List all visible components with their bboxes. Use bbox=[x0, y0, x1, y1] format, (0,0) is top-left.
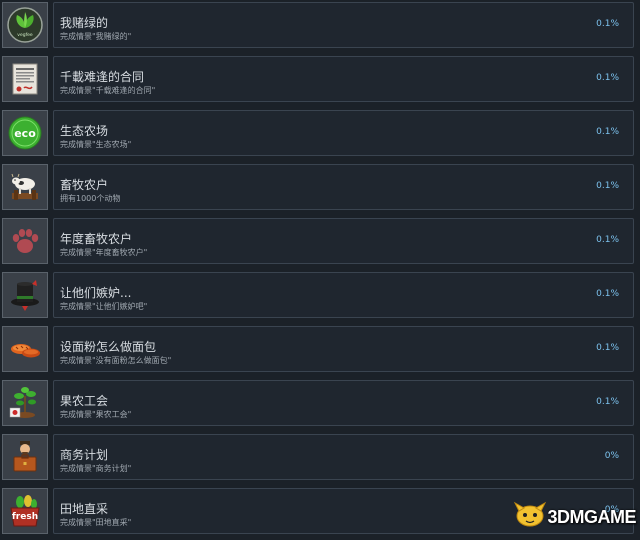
achievement-icon-frame bbox=[2, 218, 48, 264]
sapling-icon bbox=[6, 384, 44, 422]
top-hat-icon bbox=[6, 276, 44, 314]
achievement-percent: 0.1% bbox=[596, 289, 619, 299]
achievement-percent: 0.1% bbox=[596, 127, 619, 137]
achievement-row: 年度畜牧农户 完成情景"年度畜牧农户" 0.1% bbox=[0, 216, 640, 270]
achievement-icon-frame bbox=[2, 380, 48, 426]
achievement-description: 拥有1000个动物 bbox=[60, 194, 121, 203]
achievement-icon-frame bbox=[2, 272, 48, 318]
achievement-row: 设面粉怎么做面包 完成情景"没有面粉怎么做面包" 0.1% bbox=[0, 324, 640, 378]
watermark-logo: 3DMGAME bbox=[513, 501, 636, 533]
achievement-title: 商务计划 bbox=[60, 448, 109, 462]
achievement-title: 果农工会 bbox=[60, 394, 109, 408]
contract-document-icon bbox=[6, 60, 44, 98]
achievement-title: 畜牧农户 bbox=[60, 178, 109, 192]
fresh-basket-icon: fresh bbox=[6, 492, 44, 530]
achievement-info: 果农工会 完成情景"果农工会" 0.1% bbox=[53, 380, 634, 426]
achievement-info: 千載难逢的合同 完成情景"千载难逢的合同" 0.1% bbox=[53, 56, 634, 102]
achievement-title: 千載难逢的合同 bbox=[60, 70, 145, 84]
achievement-icon-frame: fresh bbox=[2, 488, 48, 534]
achievement-percent: 0.1% bbox=[596, 397, 619, 407]
achievement-description: 完成情景"年度畜牧农户" bbox=[60, 248, 148, 257]
achievement-icon-frame bbox=[2, 326, 48, 372]
cow-icon bbox=[6, 168, 44, 206]
achievement-percent: 0.1% bbox=[596, 235, 619, 245]
achievement-row: 果农工会 完成情景"果农工会" 0.1% bbox=[0, 378, 640, 432]
achievement-info: 我赌绿的 完成情景"我赌绿的" 0.1% bbox=[53, 2, 634, 48]
achievement-percent: 0.1% bbox=[596, 73, 619, 83]
achievement-row: 千載难逢的合同 完成情景"千载难逢的合同" 0.1% bbox=[0, 54, 640, 108]
achievement-info: 让他们嫉妒... 完成情景"让他们嫉妒吧" 0.1% bbox=[53, 272, 634, 318]
green-leaves-icon: vegfee bbox=[6, 6, 44, 44]
achievement-icon-frame: eco bbox=[2, 110, 48, 156]
achievement-title: 让他们嫉妒... bbox=[60, 286, 132, 300]
achievement-description: 完成情景"我赌绿的" bbox=[60, 32, 132, 41]
achievement-info: 生态农场 完成情景"生态农场" 0.1% bbox=[53, 110, 634, 156]
achievement-row: eco 生态农场 完成情景"生态农场" 0.1% bbox=[0, 108, 640, 162]
achievement-percent: 0.1% bbox=[596, 19, 619, 29]
achievement-description: 完成情景"果农工会" bbox=[60, 410, 132, 419]
achievement-percent: 0% bbox=[604, 451, 619, 461]
achievement-title: 生态农场 bbox=[60, 124, 109, 138]
achievement-icon-frame bbox=[2, 164, 48, 210]
achievement-title: 我赌绿的 bbox=[60, 16, 109, 30]
achievement-icon-frame bbox=[2, 56, 48, 102]
achievement-info: 畜牧农户 拥有1000个动物 0.1% bbox=[53, 164, 634, 210]
achievement-description: 完成情景"商务计划" bbox=[60, 464, 132, 473]
achievement-title: 设面粉怎么做面包 bbox=[60, 340, 157, 354]
achievement-info: 年度畜牧农户 完成情景"年度畜牧农户" 0.1% bbox=[53, 218, 634, 264]
achievement-row: vegfee 我赌绿的 完成情景"我赌绿的" 0.1% bbox=[0, 0, 640, 54]
achievement-info: 设面粉怎么做面包 完成情景"没有面粉怎么做面包" 0.1% bbox=[53, 326, 634, 372]
achievement-percent: 0.1% bbox=[596, 343, 619, 353]
achievement-description: 完成情景"田地直采" bbox=[60, 518, 132, 527]
achievement-description: 完成情景"让他们嫉妒吧" bbox=[60, 302, 148, 311]
eco-badge-icon: eco bbox=[6, 114, 44, 152]
achievement-row: 让他们嫉妒... 完成情景"让他们嫉妒吧" 0.1% bbox=[0, 270, 640, 324]
achievement-row: 畜牧农户 拥有1000个动物 0.1% bbox=[0, 162, 640, 216]
achievement-list: vegfee 我赌绿的 完成情景"我赌绿的" 0.1% 千載难逢的合同 完成情景… bbox=[0, 0, 640, 540]
achievement-percent: 0.1% bbox=[596, 181, 619, 191]
watermark-text: 3DMGAME bbox=[547, 506, 636, 527]
svg-text:fresh: fresh bbox=[12, 512, 38, 522]
achievement-title: 田地直采 bbox=[60, 502, 109, 516]
achievement-description: 完成情景"生态农场" bbox=[60, 140, 132, 149]
businessman-icon bbox=[6, 438, 44, 476]
achievement-title: 年度畜牧农户 bbox=[60, 232, 133, 246]
svg-text:vegfee: vegfee bbox=[17, 32, 33, 38]
achievement-icon-frame bbox=[2, 434, 48, 480]
achievement-description: 完成情景"没有面粉怎么做面包" bbox=[60, 356, 172, 365]
achievement-info: 商务计划 完成情景"商务计划" 0% bbox=[53, 434, 634, 480]
paw-print-icon bbox=[6, 222, 44, 260]
bread-icon bbox=[6, 330, 44, 368]
svg-text:eco: eco bbox=[14, 127, 36, 140]
mascot-icon bbox=[513, 501, 547, 533]
achievement-description: 完成情景"千载难逢的合同" bbox=[60, 86, 156, 95]
achievement-row: 商务计划 完成情景"商务计划" 0% bbox=[0, 432, 640, 486]
achievement-icon-frame: vegfee bbox=[2, 2, 48, 48]
